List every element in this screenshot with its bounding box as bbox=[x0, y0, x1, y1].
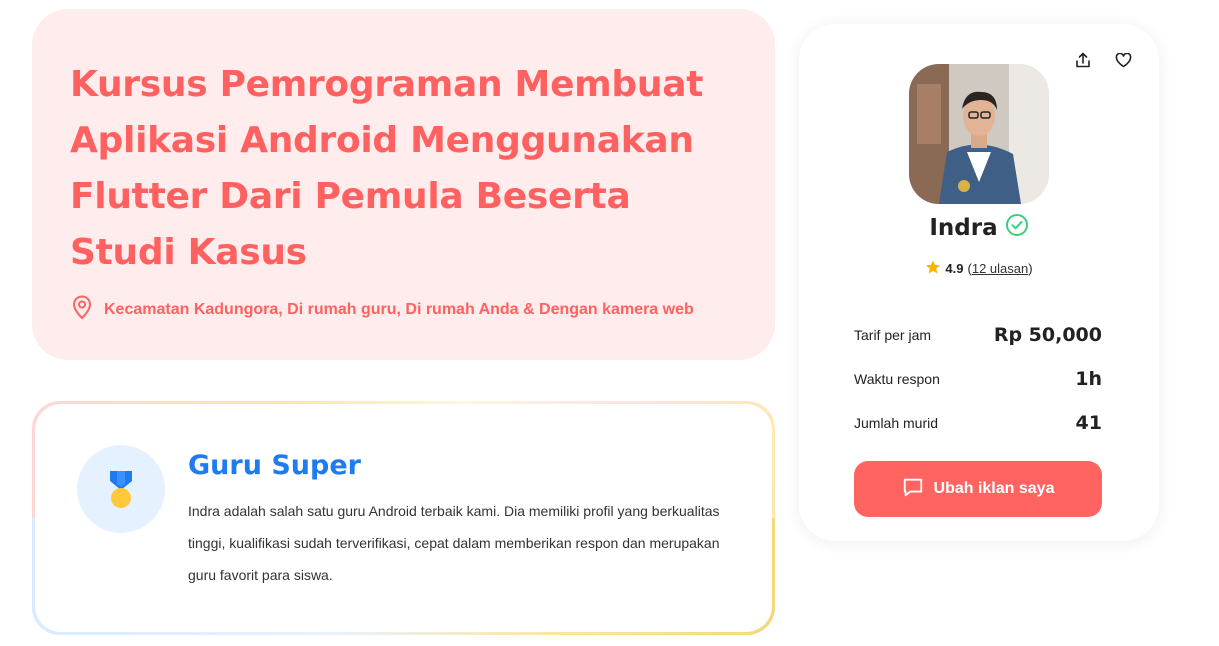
course-title: Kursus Pemrograman Membuat Aplikasi Andr… bbox=[70, 64, 704, 273]
reviews-link[interactable]: 12 ulasan bbox=[972, 261, 1028, 276]
star-icon bbox=[925, 259, 941, 278]
map-pin-icon bbox=[70, 294, 94, 325]
edit-ad-button[interactable]: Ubah iklan saya bbox=[854, 461, 1102, 517]
stat-label: Tarif per jam bbox=[854, 327, 932, 343]
stat-label: Waktu respon bbox=[854, 371, 940, 387]
reviews-paren: (12 ulasan) bbox=[967, 261, 1033, 276]
stat-value: Rp 50,000 bbox=[993, 324, 1102, 346]
tutor-name: Indra bbox=[929, 214, 998, 241]
stat-response-time: Waktu respon 1h bbox=[854, 368, 1102, 390]
course-header-card: Kursus Pemrograman Membuat Aplikasi Andr… bbox=[32, 9, 775, 360]
location-text: Kecamatan Kadungora, Di rumah guru, Di r… bbox=[104, 300, 694, 318]
rating-value: 4.9 bbox=[945, 261, 964, 276]
stat-value: 41 bbox=[1075, 412, 1102, 434]
tutor-profile-card: Indra 4.9 (12 ulasan) Tarif per jam Rp 5… bbox=[799, 24, 1159, 541]
stat-hourly-rate: Tarif per jam Rp 50,000 bbox=[854, 324, 1102, 346]
share-icon[interactable] bbox=[1073, 50, 1093, 70]
message-icon bbox=[902, 476, 924, 503]
course-location: Kecamatan Kadungora, Di rumah guru, Di r… bbox=[70, 294, 694, 325]
medal-icon bbox=[77, 445, 165, 533]
edit-ad-label: Ubah iklan saya bbox=[933, 480, 1055, 497]
super-tutor-description: Indra adalah salah satu guru Android ter… bbox=[188, 503, 720, 583]
stat-label: Jumlah murid bbox=[854, 415, 939, 431]
tutor-rating: 4.9 (12 ulasan) bbox=[799, 259, 1159, 278]
verified-check-icon bbox=[1005, 213, 1029, 242]
tutor-name-row: Indra bbox=[799, 213, 1159, 242]
tutor-avatar bbox=[909, 64, 1049, 204]
heart-icon[interactable] bbox=[1113, 50, 1133, 70]
super-tutor-card: Guru Super Indra adalah salah satu guru … bbox=[32, 401, 775, 635]
stat-student-count: Jumlah murid 41 bbox=[854, 412, 1102, 434]
super-tutor-title: Guru Super bbox=[188, 450, 361, 481]
stat-value: 1h bbox=[1075, 368, 1102, 390]
